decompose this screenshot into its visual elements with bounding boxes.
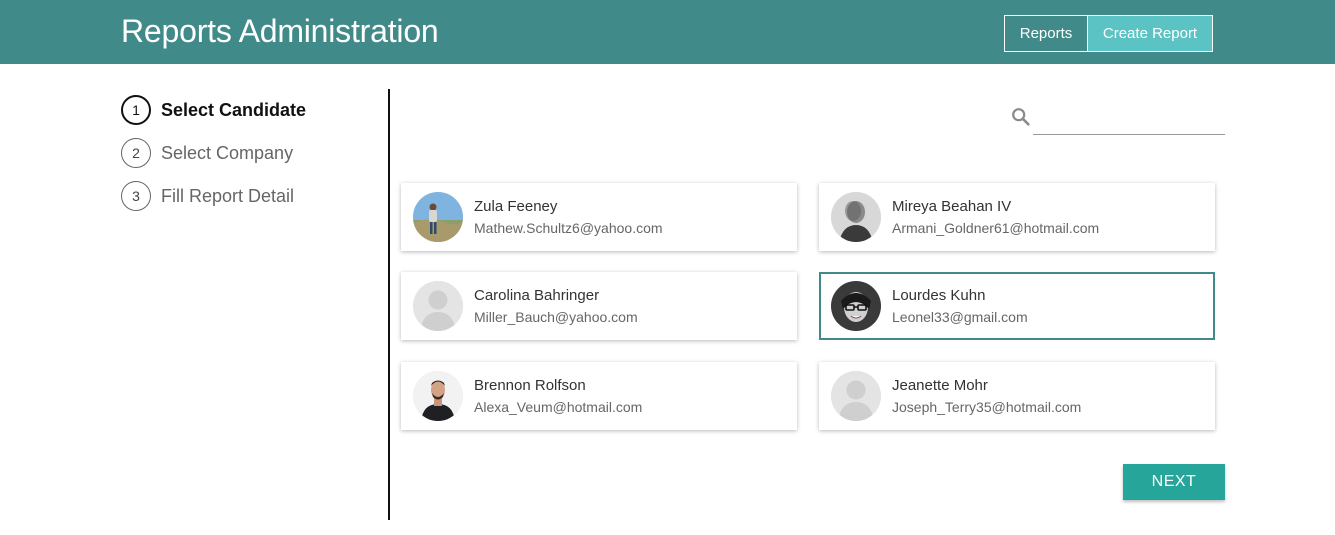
app-header: Reports Administration Reports Create Re… (0, 0, 1335, 64)
candidate-name: Brennon Rolfson (474, 377, 586, 394)
header-nav: Reports Create Report (1004, 15, 1213, 52)
next-button[interactable]: NEXT (1123, 464, 1225, 500)
candidate-email: Leonel33@gmail.com (892, 309, 1028, 325)
candidate-card[interactable]: Jeanette Mohr Joseph_Terry35@hotmail.com (819, 362, 1215, 430)
vertical-divider (388, 89, 390, 520)
default-avatar-icon (831, 371, 881, 421)
reports-nav-button[interactable]: Reports (1005, 16, 1088, 51)
step-fill-report-detail[interactable]: 3 Fill Report Detail (121, 181, 294, 211)
candidate-name: Carolina Bahringer (474, 287, 600, 304)
search-icon[interactable] (1010, 106, 1032, 128)
candidate-email: Miller_Bauch@yahoo.com (474, 309, 638, 325)
candidate-email: Joseph_Terry35@hotmail.com (892, 399, 1082, 415)
candidate-card[interactable]: Brennon Rolfson Alexa_Veum@hotmail.com (401, 362, 797, 430)
photo-outdoor-icon (413, 192, 463, 242)
candidate-email: Armani_Goldner61@hotmail.com (892, 220, 1100, 236)
photo-glasses-icon (831, 281, 881, 331)
step-number: 2 (121, 138, 151, 168)
candidate-name: Mireya Beahan IV (892, 198, 1012, 215)
step-label: Select Candidate (161, 99, 307, 120)
photo-blurred-icon (831, 192, 881, 242)
candidate-card[interactable]: Mireya Beahan IV Armani_Goldner61@hotmai… (819, 183, 1215, 251)
step-number: 3 (121, 181, 151, 211)
candidate-email: Mathew.Schultz6@yahoo.com (474, 220, 663, 236)
app-title: Reports Administration (121, 13, 439, 49)
candidate-card[interactable]: Zula Feeney Mathew.Schultz6@yahoo.com (401, 183, 797, 251)
step-select-candidate[interactable]: 1 Select Candidate (121, 95, 306, 125)
candidate-email: Alexa_Veum@hotmail.com (474, 399, 643, 415)
candidate-card[interactable]: Carolina Bahringer Miller_Bauch@yahoo.co… (401, 272, 797, 340)
create-report-nav-button[interactable]: Create Report (1088, 16, 1212, 51)
search-input[interactable] (1033, 103, 1225, 135)
step-select-company[interactable]: 2 Select Company (121, 138, 293, 168)
candidate-card-selected[interactable]: Lourdes Kuhn Leonel33@gmail.com (819, 272, 1215, 340)
candidate-name: Lourdes Kuhn (892, 287, 986, 304)
candidate-name: Jeanette Mohr (892, 377, 988, 394)
candidate-name: Zula Feeney (474, 198, 558, 215)
step-label: Fill Report Detail (161, 185, 295, 206)
photo-man-icon (413, 371, 463, 421)
step-number: 1 (121, 95, 151, 125)
step-label: Select Company (161, 142, 294, 163)
default-avatar-icon (413, 281, 463, 331)
